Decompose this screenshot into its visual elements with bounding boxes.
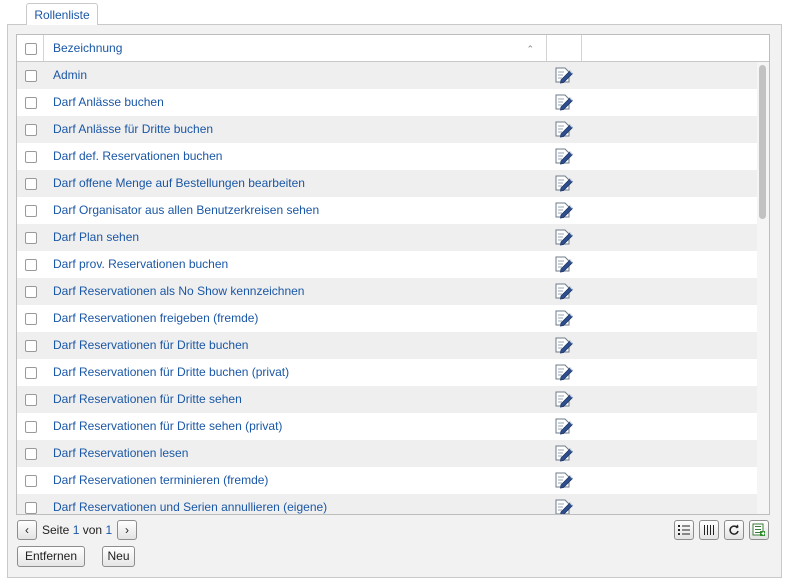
edit-icon[interactable] (554, 497, 574, 514)
row-checkbox[interactable] (25, 151, 37, 163)
pager-current-page[interactable]: 1 (73, 523, 80, 537)
refresh-button[interactable] (724, 520, 744, 540)
role-name-link[interactable]: Darf offene Menge auf Bestellungen bearb… (53, 170, 305, 197)
row-checkbox[interactable] (25, 97, 37, 109)
row-checkbox[interactable] (25, 205, 37, 217)
role-name-link[interactable]: Darf Reservationen als No Show kennzeich… (53, 278, 304, 305)
next-page-button[interactable]: › (117, 520, 137, 540)
role-name-link[interactable]: Darf def. Reservationen buchen (53, 143, 222, 170)
table-row[interactable]: Darf Reservationen terminieren (fremde) (17, 467, 757, 494)
edit-icon[interactable] (554, 335, 574, 355)
role-name-link[interactable]: Darf Reservationen für Dritte buchen (pr… (53, 359, 289, 386)
column-header-label: Bezeichnung (53, 41, 123, 55)
edit-icon[interactable] (554, 308, 574, 328)
list-icon (678, 525, 690, 535)
header-checkbox-cell (17, 35, 44, 61)
row-checkbox[interactable] (25, 421, 37, 433)
edit-icon[interactable] (554, 443, 574, 463)
role-name-link[interactable]: Darf Reservationen für Dritte sehen (pri… (53, 413, 282, 440)
column-header-bezeichnung[interactable]: Bezeichnung ⌃ (44, 35, 547, 61)
table-row[interactable]: Darf Anlässe buchen (17, 89, 757, 116)
scrollbar-thumb[interactable] (759, 65, 766, 219)
roles-grid: Bezeichnung ⌃ Admin Darf Anlässe buchen Da… (16, 34, 770, 515)
table-row[interactable]: Darf Reservationen für Dritte buchen (17, 332, 757, 359)
edit-icon[interactable] (554, 92, 574, 112)
role-name-link[interactable]: Darf Anlässe buchen (53, 89, 164, 116)
excel-export-icon (752, 523, 765, 536)
table-row[interactable]: Darf offene Menge auf Bestellungen bearb… (17, 170, 757, 197)
tab-rollenliste[interactable]: Rollenliste (26, 3, 98, 25)
table-row[interactable]: Darf Reservationen als No Show kennzeich… (17, 278, 757, 305)
table-row[interactable]: Darf prov. Reservationen buchen (17, 251, 757, 278)
role-name-link[interactable]: Darf prov. Reservationen buchen (53, 251, 228, 278)
row-checkbox[interactable] (25, 502, 37, 514)
row-checkbox[interactable] (25, 313, 37, 325)
table-row[interactable]: Darf Reservationen für Dritte sehen (pri… (17, 413, 757, 440)
row-checkbox[interactable] (25, 448, 37, 460)
table-row[interactable]: Darf Reservationen für Dritte buchen (pr… (17, 359, 757, 386)
table-row[interactable]: Darf Organisator aus allen Benutzerkreis… (17, 197, 757, 224)
refresh-icon (729, 524, 739, 535)
pager-total-pages[interactable]: 1 (105, 523, 112, 537)
table-row[interactable]: Darf def. Reservationen buchen (17, 143, 757, 170)
role-name-link[interactable]: Admin (53, 62, 87, 89)
role-name-link[interactable]: Darf Plan sehen (53, 224, 139, 251)
table-row[interactable]: Darf Reservationen freigeben (fremde) (17, 305, 757, 332)
new-button[interactable]: Neu (102, 546, 135, 567)
edit-icon[interactable] (554, 254, 574, 274)
vertical-scrollbar[interactable] (757, 62, 769, 514)
role-name-link[interactable]: Darf Reservationen terminieren (fremde) (53, 467, 268, 494)
table-row[interactable]: Admin (17, 62, 757, 89)
row-checkbox[interactable] (25, 286, 37, 298)
table-row[interactable]: Darf Reservationen und Serien annulliere… (17, 494, 757, 514)
row-checkbox[interactable] (25, 259, 37, 271)
role-name-link[interactable]: Darf Reservationen und Serien annulliere… (53, 494, 327, 514)
edit-icon[interactable] (554, 281, 574, 301)
remove-button[interactable]: Entfernen (17, 546, 85, 567)
pager-of-label: von (82, 523, 103, 537)
edit-icon[interactable] (554, 389, 574, 409)
pager-page-label: Seite (42, 523, 70, 537)
edit-icon[interactable] (554, 65, 574, 85)
role-name-link[interactable]: Darf Reservationen freigeben (fremde) (53, 305, 258, 332)
role-name-link[interactable]: Darf Reservationen für Dritte buchen (53, 332, 248, 359)
edit-icon[interactable] (554, 119, 574, 139)
table-row[interactable]: Darf Anlässe für Dritte buchen (17, 116, 757, 143)
row-checkbox[interactable] (25, 475, 37, 487)
role-name-link[interactable]: Darf Anlässe für Dritte buchen (53, 116, 213, 143)
pager-info: Seite 1 von 1 (42, 522, 112, 538)
row-checkbox[interactable] (25, 70, 37, 82)
row-checkbox[interactable] (25, 340, 37, 352)
row-checkbox[interactable] (25, 124, 37, 136)
row-checkbox[interactable] (25, 178, 37, 190)
edit-icon[interactable] (554, 416, 574, 436)
columns-button[interactable] (699, 520, 719, 540)
grid-body: Admin Darf Anlässe buchen Darf Anlässe für… (17, 62, 757, 514)
grid-header: Bezeichnung ⌃ (17, 35, 769, 62)
column-header-edit (547, 35, 582, 61)
list-view-button[interactable] (674, 520, 694, 540)
role-name-link[interactable]: Darf Organisator aus allen Benutzerkreis… (53, 197, 319, 224)
row-checkbox[interactable] (25, 232, 37, 244)
edit-icon[interactable] (554, 362, 574, 382)
row-checkbox[interactable] (25, 394, 37, 406)
columns-icon (704, 525, 714, 535)
table-row[interactable]: Darf Plan sehen (17, 224, 757, 251)
table-row[interactable]: Darf Reservationen für Dritte sehen (17, 386, 757, 413)
role-name-link[interactable]: Darf Reservationen lesen (53, 440, 188, 467)
row-checkbox[interactable] (25, 367, 37, 379)
edit-icon[interactable] (554, 470, 574, 490)
edit-icon[interactable] (554, 173, 574, 193)
prev-page-button[interactable]: ‹ (17, 520, 37, 540)
edit-icon[interactable] (554, 146, 574, 166)
export-excel-button[interactable] (749, 520, 769, 540)
sort-ascending-icon[interactable]: ⌃ (526, 44, 534, 55)
edit-icon[interactable] (554, 200, 574, 220)
edit-icon[interactable] (554, 227, 574, 247)
role-name-link[interactable]: Darf Reservationen für Dritte sehen (53, 386, 242, 413)
column-header-empty (582, 35, 769, 61)
select-all-checkbox[interactable] (25, 43, 37, 55)
table-row[interactable]: Darf Reservationen lesen (17, 440, 757, 467)
